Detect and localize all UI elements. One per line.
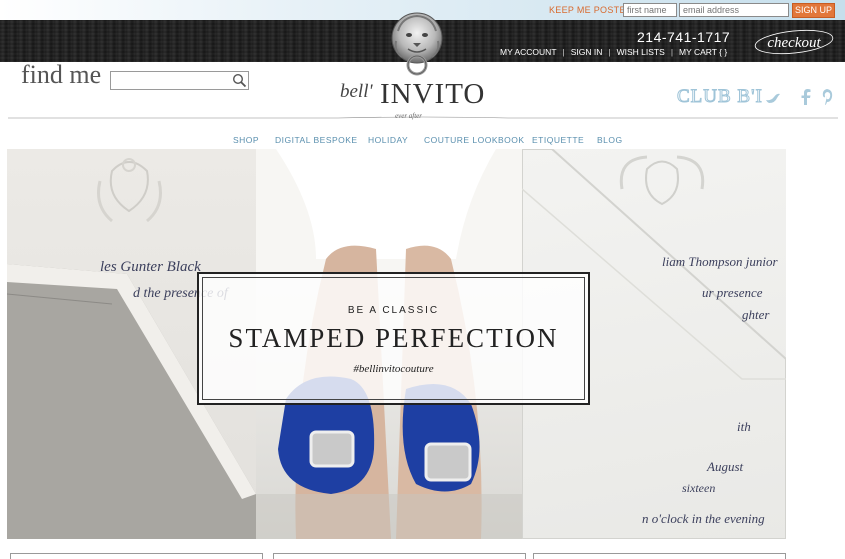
nav-couture-lookbook[interactable]: COUTURE LOOKBOOK — [424, 135, 525, 145]
separator: | — [670, 47, 674, 57]
account-links: MY ACCOUNT | SIGN IN | WISH LISTS | MY C… — [500, 47, 727, 57]
club-bi-link[interactable]: CLUB B'I — [677, 86, 763, 108]
script-line: ur presence — [702, 285, 763, 300]
facebook-icon[interactable] — [798, 88, 814, 106]
lion-knocker-logo — [391, 12, 443, 76]
search-icon[interactable] — [232, 73, 247, 88]
nav-digital-bespoke[interactable]: DIGITAL BESPOKE — [275, 135, 358, 145]
script-line: n o'clock in the evening — [642, 511, 765, 526]
script-line: ith — [737, 419, 751, 434]
script-line: ghter — [742, 307, 770, 322]
hero-title: STAMPED PERFECTION — [228, 323, 559, 353]
main-nav: SHOP DIGITAL BESPOKE HOLIDAY COUTURE LOO… — [0, 135, 845, 147]
script-line: les Gunter Black — [100, 259, 201, 275]
hero-overlay-card[interactable]: BE A CLASSIC STAMPED PERFECTION #bellinv… — [197, 272, 590, 405]
search-label: find me — [21, 60, 102, 89]
checkout-button[interactable]: checkout — [752, 26, 835, 56]
phone-number: 214-741-1717 — [637, 29, 731, 45]
my-cart-link[interactable]: MY CART { } — [679, 47, 727, 57]
newsletter-label: KEEP ME POSTED — [549, 5, 633, 15]
nav-shop[interactable]: SHOP — [233, 135, 259, 145]
page: KEEP ME POSTED SIGN UP 214-741-1717 MY A… — [0, 0, 845, 559]
feature-box[interactable] — [273, 553, 526, 559]
feature-box[interactable] — [10, 553, 263, 559]
wish-lists-link[interactable]: WISH LISTS — [617, 47, 665, 57]
separator: | — [608, 47, 611, 57]
checkout-label: checkout — [767, 35, 821, 51]
embossed-crest-image — [97, 158, 162, 223]
header-divider — [8, 116, 838, 119]
logo-prefix: bell' — [340, 81, 373, 102]
hero-kicker: BE A CLASSIC — [347, 305, 440, 316]
nav-etiquette[interactable]: ETIQUETTE — [532, 135, 584, 145]
script-line: August — [707, 459, 744, 474]
nav-blog[interactable]: BLOG — [597, 135, 623, 145]
script-line: liam Thompson junior — [662, 254, 778, 269]
first-name-input[interactable] — [623, 3, 677, 17]
twitter-icon[interactable] — [765, 88, 781, 106]
logo-name: INVITO — [380, 78, 486, 110]
separator: | — [562, 47, 565, 57]
script-line: sixteen — [682, 481, 716, 495]
sign-up-button[interactable]: SIGN UP — [792, 3, 835, 18]
search-input[interactable] — [110, 71, 249, 90]
email-address-input[interactable] — [679, 3, 789, 17]
feature-box[interactable] — [533, 553, 786, 559]
hero-hashtag: #bellinvitocouture — [353, 363, 434, 375]
pinterest-icon[interactable] — [819, 88, 835, 106]
my-account-link[interactable]: MY ACCOUNT — [500, 47, 557, 57]
nav-holiday[interactable]: HOLIDAY — [368, 135, 408, 145]
sign-in-link[interactable]: SIGN IN — [571, 47, 603, 57]
